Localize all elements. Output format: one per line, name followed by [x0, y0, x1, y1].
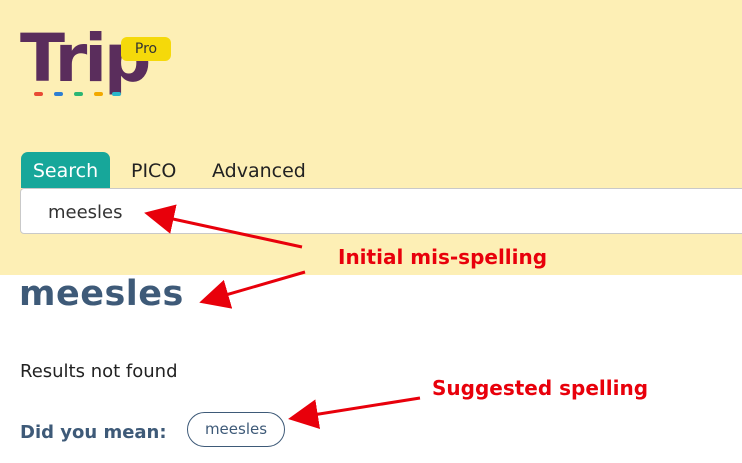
- annotation-arrows: [144, 204, 421, 430]
- arrow-to-search-input: [144, 204, 303, 249]
- arrow-to-results-title: [199, 270, 306, 309]
- arrow-to-suggestion-chip: [288, 396, 421, 430]
